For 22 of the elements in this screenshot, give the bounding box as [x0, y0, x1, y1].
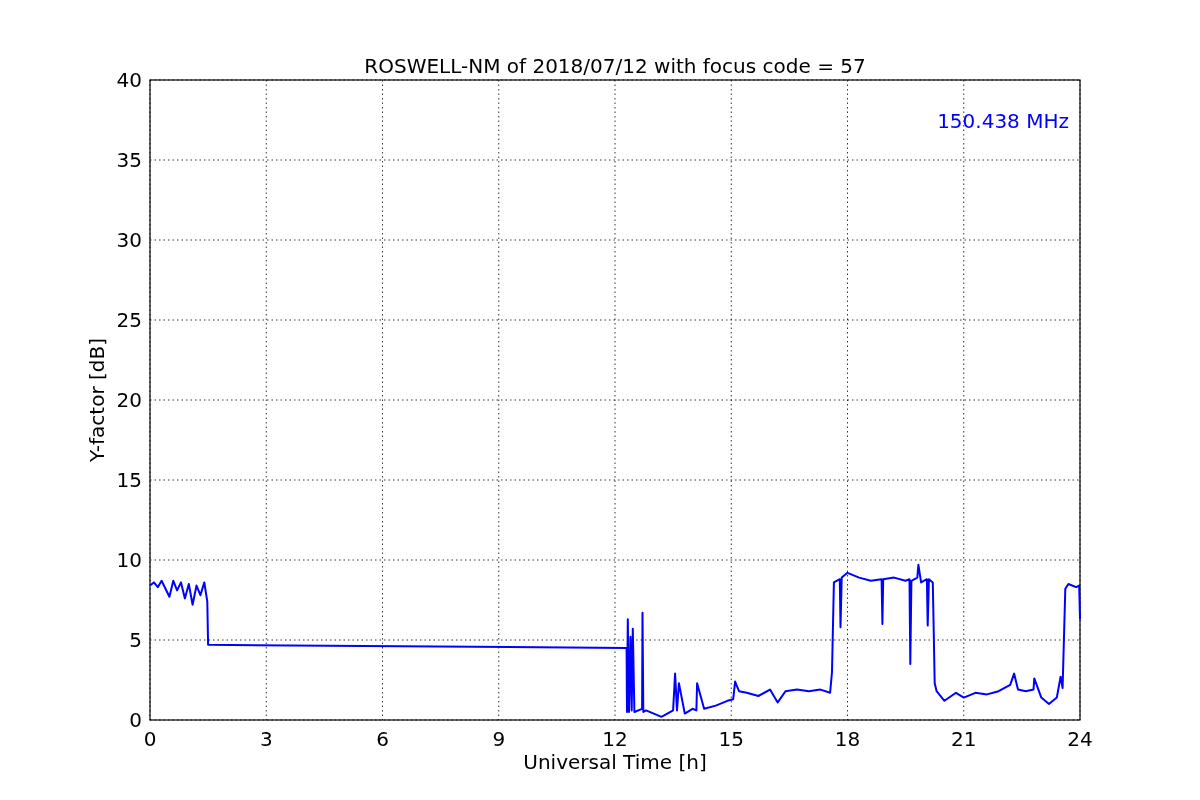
x-tick-label: 3 — [259, 727, 273, 751]
y-tick-label: 40 — [116, 68, 142, 92]
y-tick-label: 5 — [129, 628, 142, 652]
y-tick-label: 30 — [116, 228, 142, 252]
x-tick-label: 15 — [718, 727, 744, 751]
y-tick-label: 15 — [116, 468, 142, 492]
x-tick-label: 6 — [376, 727, 389, 751]
x-tick-label: 9 — [492, 727, 506, 751]
x-tick-label: 0 — [143, 727, 157, 751]
y-tick-label: 10 — [116, 548, 142, 572]
x-tick-label: 18 — [834, 727, 861, 751]
x-tick-label: 21 — [951, 727, 977, 751]
chart-title: ROSWELL-NM of 2018/07/12 with focus code = 57 — [364, 54, 866, 78]
legend-label: 150.438 MHz — [937, 109, 1069, 133]
y-tick-label: 25 — [116, 308, 142, 332]
x-tick-label: 24 — [1067, 727, 1093, 751]
x-tick-label: 12 — [602, 727, 628, 751]
y-tick-label: 35 — [116, 148, 142, 172]
y-tick-label: 0 — [129, 708, 142, 732]
x-axis-label: Universal Time [h] — [523, 750, 707, 774]
y-axis-label: Y-factor [dB] — [85, 338, 109, 462]
y-tick-label: 20 — [116, 388, 142, 412]
